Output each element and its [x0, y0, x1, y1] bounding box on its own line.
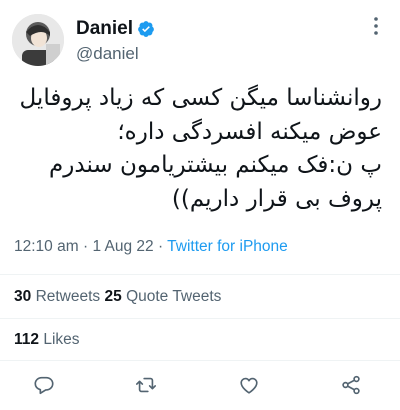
divider [0, 318, 400, 319]
more-options-icon[interactable] [364, 14, 388, 38]
tweet-line: پ ن:فک میکنم بیشتریامون سندرم [49, 152, 382, 178]
display-name[interactable]: Daniel [76, 18, 133, 40]
likes-label: Likes [43, 331, 80, 348]
tweet-line: روانشناسا میگن کسی که زیاد پروفایل [19, 85, 382, 111]
tweet-header: Daniel @daniel [12, 12, 388, 70]
divider [0, 360, 400, 361]
retweets-count: 30 [14, 288, 32, 305]
tweet-source-link[interactable]: Twitter for iPhone [167, 238, 288, 255]
verified-badge-icon [137, 20, 155, 38]
tweet-line: پروف بی قرار داریم)) [171, 185, 382, 212]
tweet-time[interactable]: 12:10 am [14, 238, 79, 255]
likes-count: 112 [14, 331, 40, 348]
tweet-meta: 12:10 am · 1 Aug 22 · Twitter for iPhone [14, 238, 288, 256]
action-bar [0, 370, 400, 400]
likes-stat[interactable]: 112 Likes [14, 331, 80, 349]
reply-icon[interactable] [29, 370, 59, 400]
tweet-line: عوض میکنه افسردگی داره؛ [117, 118, 382, 145]
meta-separator: · [157, 238, 164, 255]
quote-tweets-count: 25 [104, 288, 122, 305]
divider [0, 274, 400, 275]
share-icon[interactable] [336, 370, 366, 400]
retweets-label: Retweets [35, 288, 101, 305]
quote-tweets-label: Quote Tweets [126, 288, 222, 305]
retweets-stat[interactable]: 30 Retweets [14, 288, 105, 305]
engagement-stats: 30 Retweets 25 Quote Tweets [14, 288, 221, 306]
quote-tweets-stat[interactable]: 25 Quote Tweets [105, 288, 222, 305]
tweet-date[interactable]: 1 Aug 22 [92, 238, 153, 255]
retweet-icon[interactable] [131, 370, 161, 400]
heart-icon[interactable] [234, 370, 264, 400]
avatar[interactable] [12, 14, 64, 66]
meta-separator: · [82, 238, 89, 255]
author-info: Daniel @daniel [76, 18, 155, 64]
handle[interactable]: @daniel [76, 44, 155, 64]
tweet-text: روانشناسا میگن کسی که زیاد پروفایل عوض م… [14, 82, 382, 216]
